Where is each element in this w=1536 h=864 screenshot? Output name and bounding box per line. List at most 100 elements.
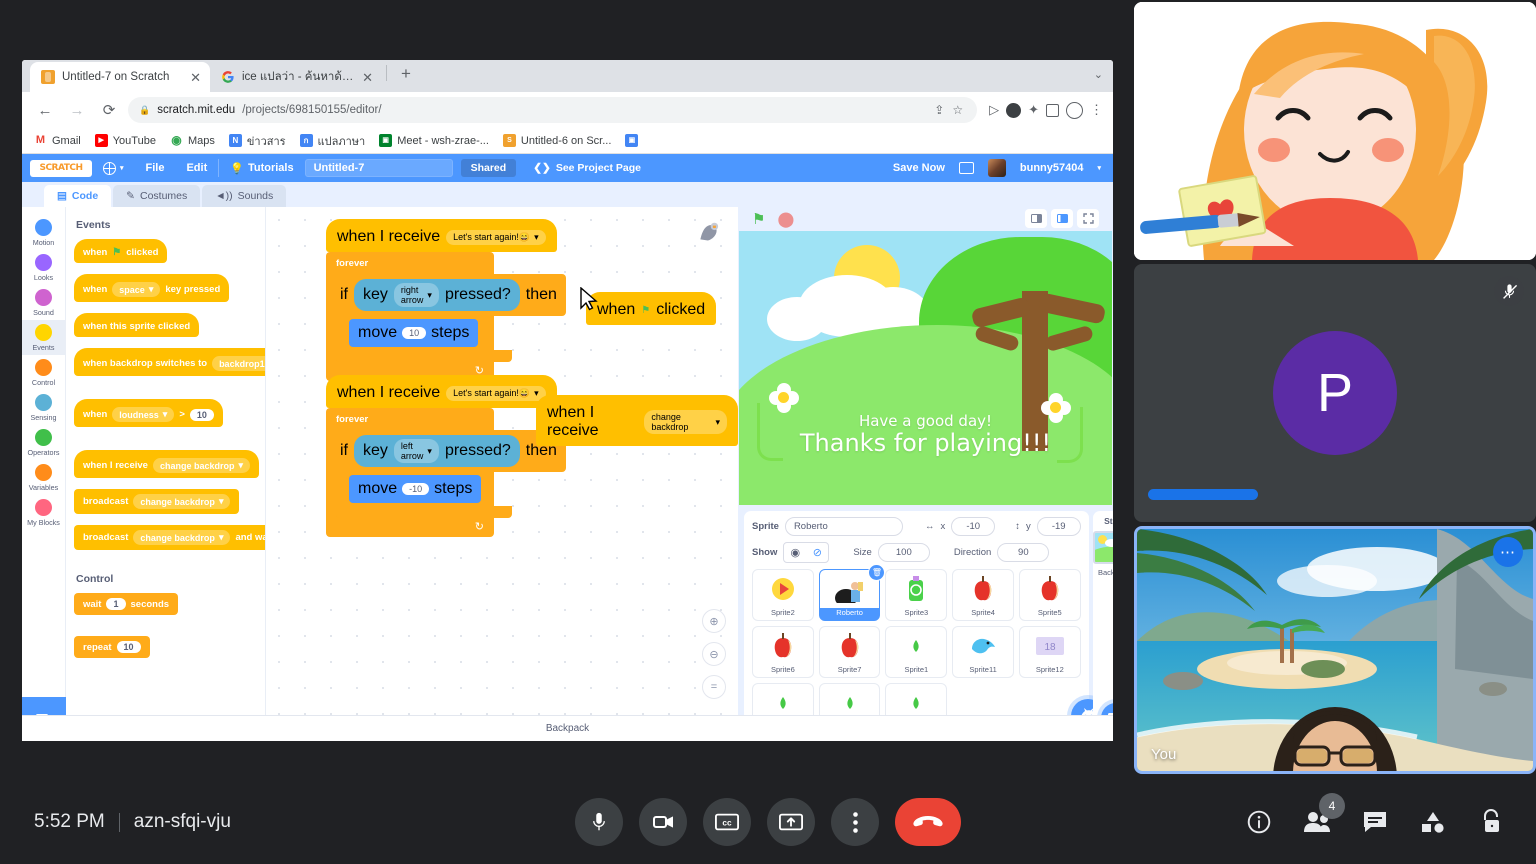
- small-stage-button[interactable]: [1025, 209, 1047, 229]
- script-right-arrow[interactable]: when I receive Let's start again!😄 ▾ fore…: [326, 219, 566, 381]
- code-workspace[interactable]: when I receive Let's start again!😄 ▾ fore…: [266, 207, 738, 741]
- category-sound[interactable]: Sound: [22, 285, 66, 320]
- trash-icon[interactable]: [696, 221, 722, 247]
- new-tab-button[interactable]: +: [389, 64, 421, 88]
- sprite-item-sprite12[interactable]: 18 Sprite12: [1018, 626, 1081, 678]
- share-icon[interactable]: ⇪: [931, 103, 947, 117]
- block-when-i-receive[interactable]: when I receive change backdrop ▾: [536, 395, 738, 446]
- shared-button[interactable]: Shared: [460, 159, 517, 177]
- show-toggle-group[interactable]: ◉ ⊘: [783, 542, 830, 563]
- stop-icon[interactable]: ⬤: [777, 210, 794, 228]
- category-my-blocks[interactable]: My Blocks: [22, 495, 66, 530]
- palette-block-broadcast[interactable]: broadcast change backdrop ▾: [74, 489, 240, 514]
- palette-block-broadcast-and-wait[interactable]: broadcast change backdrop▾ and wait: [74, 525, 265, 550]
- bookmark-gmail[interactable]: M Gmail: [34, 134, 81, 147]
- bookmark-star-icon[interactable]: ☆: [949, 103, 966, 117]
- address-bar[interactable]: 🔒 scratch.mit.edu/projects/698150155/edi…: [128, 97, 978, 123]
- block-dropdown[interactable]: change backdrop ▾: [152, 458, 251, 473]
- sprite-name-input[interactable]: Roberto: [784, 517, 903, 536]
- palette-block-when-loudness[interactable]: when loudness ▾ > 10: [74, 399, 223, 427]
- folder-icon[interactable]: [958, 162, 974, 174]
- chevron-down-icon[interactable]: ▾: [1097, 164, 1101, 172]
- sprite-item-sprite11[interactable]: Sprite11: [952, 626, 1014, 678]
- save-now-button[interactable]: Save Now: [893, 162, 945, 174]
- sprite-item-sprite1[interactable]: Sprite1: [885, 626, 948, 678]
- bookmark-translate[interactable]: ก แปลภาษา: [299, 132, 365, 150]
- sprite-item-sprite3[interactable]: Sprite3: [885, 569, 948, 621]
- block-forever[interactable]: forever if key right arrow ▾ pressed? th…: [326, 252, 566, 381]
- block-palette[interactable]: Events when ⚑ clicked when space ▾ key pr…: [66, 207, 266, 741]
- block-move-steps[interactable]: move 10 steps: [349, 319, 479, 347]
- video-tile-participant-p[interactable]: P: [1134, 264, 1536, 522]
- sprite-size-input[interactable]: 100: [877, 543, 930, 562]
- category-sensing[interactable]: Sensing: [22, 390, 66, 425]
- participants-button[interactable]: 4: [1302, 793, 1345, 837]
- bookmark-meet[interactable]: ▣ Meet - wsh-zrae-...: [379, 134, 489, 147]
- camera-button[interactable]: [639, 798, 687, 846]
- file-menu[interactable]: File: [135, 154, 176, 182]
- tab-sounds[interactable]: ◄)) Sounds: [202, 185, 287, 207]
- zoom-in-button[interactable]: ⊕: [702, 609, 726, 633]
- more-options-button[interactable]: [831, 798, 879, 846]
- sprite-item-roberto[interactable]: 🗑 Roberto: [818, 564, 886, 621]
- sprite-x-input[interactable]: -10: [951, 517, 996, 536]
- adblock-extension-icon[interactable]: [1006, 102, 1022, 118]
- profile-avatar-icon[interactable]: [1066, 101, 1083, 119]
- sprite-item-sprite6[interactable]: Sprite6: [752, 626, 814, 678]
- palette-block-when-flag-clicked[interactable]: when ⚑ clicked: [74, 239, 168, 263]
- block-number-input[interactable]: 10: [402, 327, 427, 339]
- category-operators[interactable]: Operators: [22, 425, 66, 460]
- palette-block-when-backdrop-switches[interactable]: when backdrop switches to backdrop1▾: [74, 348, 265, 376]
- activities-button[interactable]: [1418, 807, 1448, 837]
- category-control[interactable]: Control: [22, 355, 66, 390]
- zoom-reset-button[interactable]: =: [702, 675, 726, 699]
- bookmark-youtube[interactable]: ▶ YouTube: [94, 134, 156, 147]
- see-project-page-button[interactable]: ❮❯ See Project Page: [524, 159, 651, 177]
- block-forever[interactable]: forever if key left arrow ▾ pressed? the…: [326, 408, 566, 537]
- cursor-extension-icon[interactable]: ▷: [989, 102, 999, 118]
- stage-selector-pane[interactable]: Stage Backdrops 3: [1092, 511, 1113, 741]
- block-number-input[interactable]: -10: [402, 483, 430, 495]
- block-dropdown[interactable]: Let's start again!😄 ▾: [446, 229, 546, 245]
- forward-button[interactable]: →: [64, 97, 90, 123]
- block-when-flag-clicked[interactable]: when ⚑ clicked: [586, 292, 717, 325]
- sprite-item-sprite4[interactable]: Sprite4: [952, 569, 1014, 621]
- block-number-input[interactable]: 10: [189, 408, 214, 421]
- loose-block-when-i-receive[interactable]: when I receive change backdrop ▾: [536, 395, 738, 446]
- zoom-out-button[interactable]: ⊖: [702, 642, 726, 666]
- stage-canvas[interactable]: Have a good day! Thanks for playing!!!: [739, 230, 1112, 505]
- user-avatar[interactable]: [987, 159, 1006, 177]
- block-number-input[interactable]: 10: [116, 641, 141, 653]
- block-if-then[interactable]: if key right arrow ▾ pressed? then: [336, 274, 566, 316]
- large-stage-button[interactable]: [1051, 209, 1073, 229]
- category-motion[interactable]: Motion: [22, 215, 66, 250]
- category-looks[interactable]: Looks: [22, 250, 66, 285]
- palette-block-when-sprite-clicked[interactable]: when this sprite clicked: [74, 313, 200, 337]
- block-dropdown[interactable]: right arrow ▾: [393, 283, 439, 307]
- close-tab-icon[interactable]: ✕: [362, 71, 373, 84]
- language-menu[interactable]: ▾: [92, 154, 135, 182]
- browser-tab-google[interactable]: ice แปลว่า - ค้นหาด้วย Google ✕: [210, 62, 382, 92]
- video-tile-illustration[interactable]: [1134, 2, 1536, 260]
- category-events[interactable]: Events: [22, 320, 66, 355]
- leave-call-button[interactable]: [895, 798, 961, 846]
- bookmark-maps[interactable]: ◉ Maps: [170, 134, 215, 147]
- block-dropdown[interactable]: change backdrop ▾: [644, 410, 727, 434]
- script-left-arrow[interactable]: when I receive Let's start again!😄 ▾ fore…: [326, 375, 566, 537]
- reload-button[interactable]: ⟳: [96, 97, 122, 123]
- block-dropdown[interactable]: space ▾: [112, 282, 161, 297]
- tile-more-options-icon[interactable]: ⋯: [1493, 537, 1523, 567]
- sprite-direction-input[interactable]: 90: [997, 543, 1050, 562]
- video-tile-you[interactable]: ⋯ You: [1134, 526, 1536, 774]
- block-key-pressed[interactable]: key right arrow ▾ pressed?: [354, 279, 520, 311]
- host-controls-button[interactable]: [1476, 807, 1506, 837]
- chat-button[interactable]: [1360, 807, 1390, 837]
- loose-block-when-flag-clicked[interactable]: when ⚑ clicked: [586, 292, 717, 325]
- block-when-i-receive[interactable]: when I receive Let's start again!😄 ▾: [326, 219, 557, 252]
- backpack-bar[interactable]: Backpack: [22, 715, 1113, 741]
- side-panel-icon[interactable]: [1046, 103, 1059, 117]
- close-tab-icon[interactable]: ✕: [190, 71, 201, 84]
- block-dropdown[interactable]: change backdrop ▾: [133, 494, 231, 509]
- block-dropdown[interactable]: loudness ▾: [112, 407, 175, 422]
- show-visible-button[interactable]: ◉: [784, 543, 806, 562]
